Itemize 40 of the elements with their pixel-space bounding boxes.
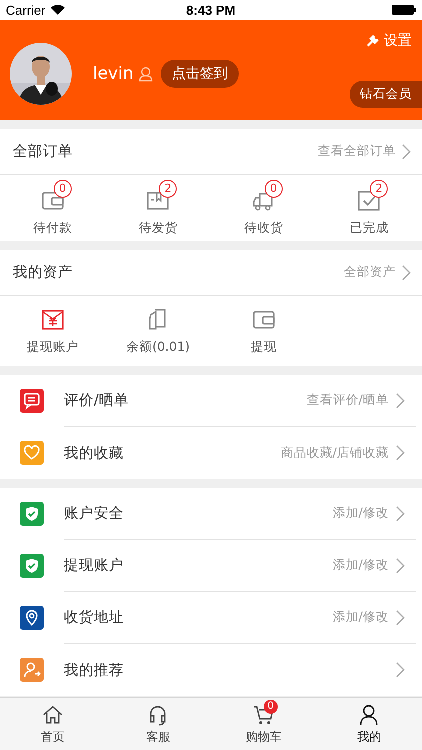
asset-item[interactable]: 余额(0.01) [106, 306, 211, 356]
wifi-icon [50, 5, 65, 15]
clock-time: 8:43 PM [186, 2, 236, 18]
username: levin [93, 64, 134, 84]
chevron-icon [396, 558, 405, 574]
tab-item[interactable]: 0 购物车 [211, 698, 316, 750]
user-icon [138, 66, 153, 82]
tab-item[interactable]: 客服 [106, 698, 211, 750]
menu-row[interactable]: 提现账户 添加/修改 [0, 540, 422, 592]
carrier-label: Carrier [6, 2, 46, 18]
count-badge: 2 [370, 180, 388, 198]
check-in-button[interactable]: 点击签到 [160, 60, 239, 88]
chevron-icon [396, 445, 405, 461]
menu-row[interactable]: 账户安全 添加/修改 [0, 488, 422, 540]
order-status-item[interactable]: 0 待收货 [211, 179, 316, 237]
membership-badge[interactable]: 钻石会员 [350, 81, 422, 108]
order-status-item[interactable]: 0 待付款 [0, 179, 106, 237]
menu-row[interactable]: 评价/晒单 查看评价/晒单 [0, 375, 422, 427]
tab-item[interactable]: 我的 [316, 698, 422, 750]
tab-item[interactable]: 首页 [0, 698, 106, 750]
order-status-item[interactable]: 2 待发货 [106, 179, 211, 237]
section-title: 全部订单 [13, 142, 73, 161]
order-status-item[interactable]: 2 已完成 [316, 179, 422, 237]
menu-row[interactable]: 收货地址 添加/修改 [0, 592, 422, 644]
chevron-icon [402, 144, 411, 160]
menu-row[interactable]: 我的推荐 [0, 644, 422, 696]
chevron-icon [396, 662, 405, 678]
count-badge: 0 [264, 180, 283, 198]
chevron-icon [396, 392, 405, 408]
section-title: 我的资产 [13, 264, 73, 282]
chevron-icon [396, 506, 405, 522]
count-badge: 0 [54, 180, 72, 198]
battery-icon [392, 5, 416, 15]
cart-count-badge: 0 [264, 700, 278, 714]
chevron-icon [402, 264, 411, 280]
count-badge: 2 [159, 180, 178, 198]
chevron-icon [396, 610, 405, 626]
menu-row[interactable]: 我的收藏 商品收藏/店铺收藏 [0, 427, 422, 479]
asset-item[interactable]: 提现账户 [0, 306, 106, 356]
asset-item[interactable]: 提现 [211, 306, 316, 356]
